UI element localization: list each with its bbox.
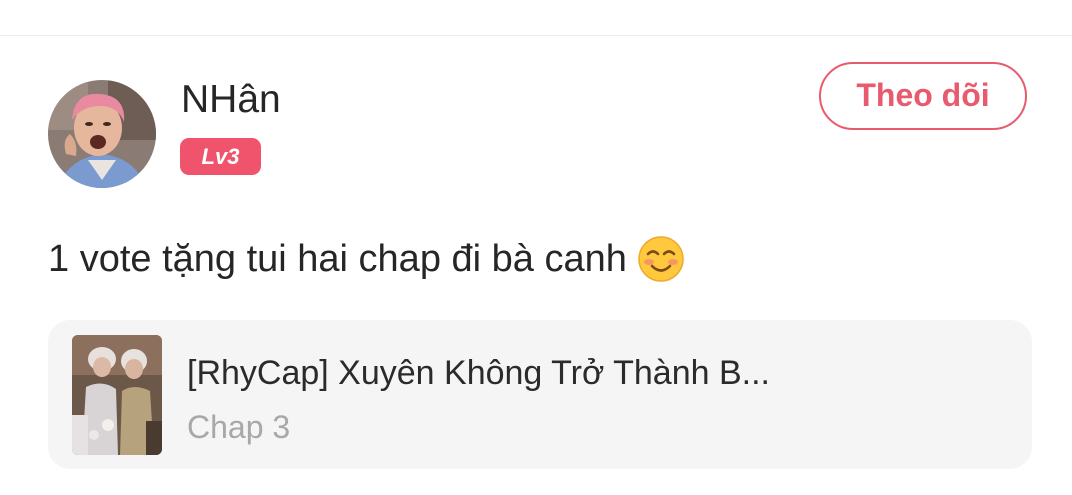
chapter-number: Chap 3	[187, 409, 291, 445]
manga-title: [RhyCap] Xuyên Không Trở Thành B...	[187, 354, 770, 392]
user-avatar[interactable]	[48, 80, 156, 188]
avatar-image	[48, 80, 156, 188]
comment-body: 1 vote tặng tui hai chap đi bà canh	[48, 232, 685, 286]
username[interactable]: NHân	[181, 77, 281, 123]
follow-button[interactable]: Theo dõi	[819, 62, 1027, 130]
comment-text: 1 vote tặng tui hai chap đi bà canh	[48, 238, 627, 280]
level-badge: Lv3	[180, 138, 261, 175]
chapter-card[interactable]: [RhyCap] Xuyên Không Trở Thành B... Chap…	[48, 320, 1032, 469]
top-divider	[0, 35, 1072, 36]
smiling-blushing-face-icon	[637, 235, 685, 283]
manga-thumbnail	[72, 335, 162, 455]
